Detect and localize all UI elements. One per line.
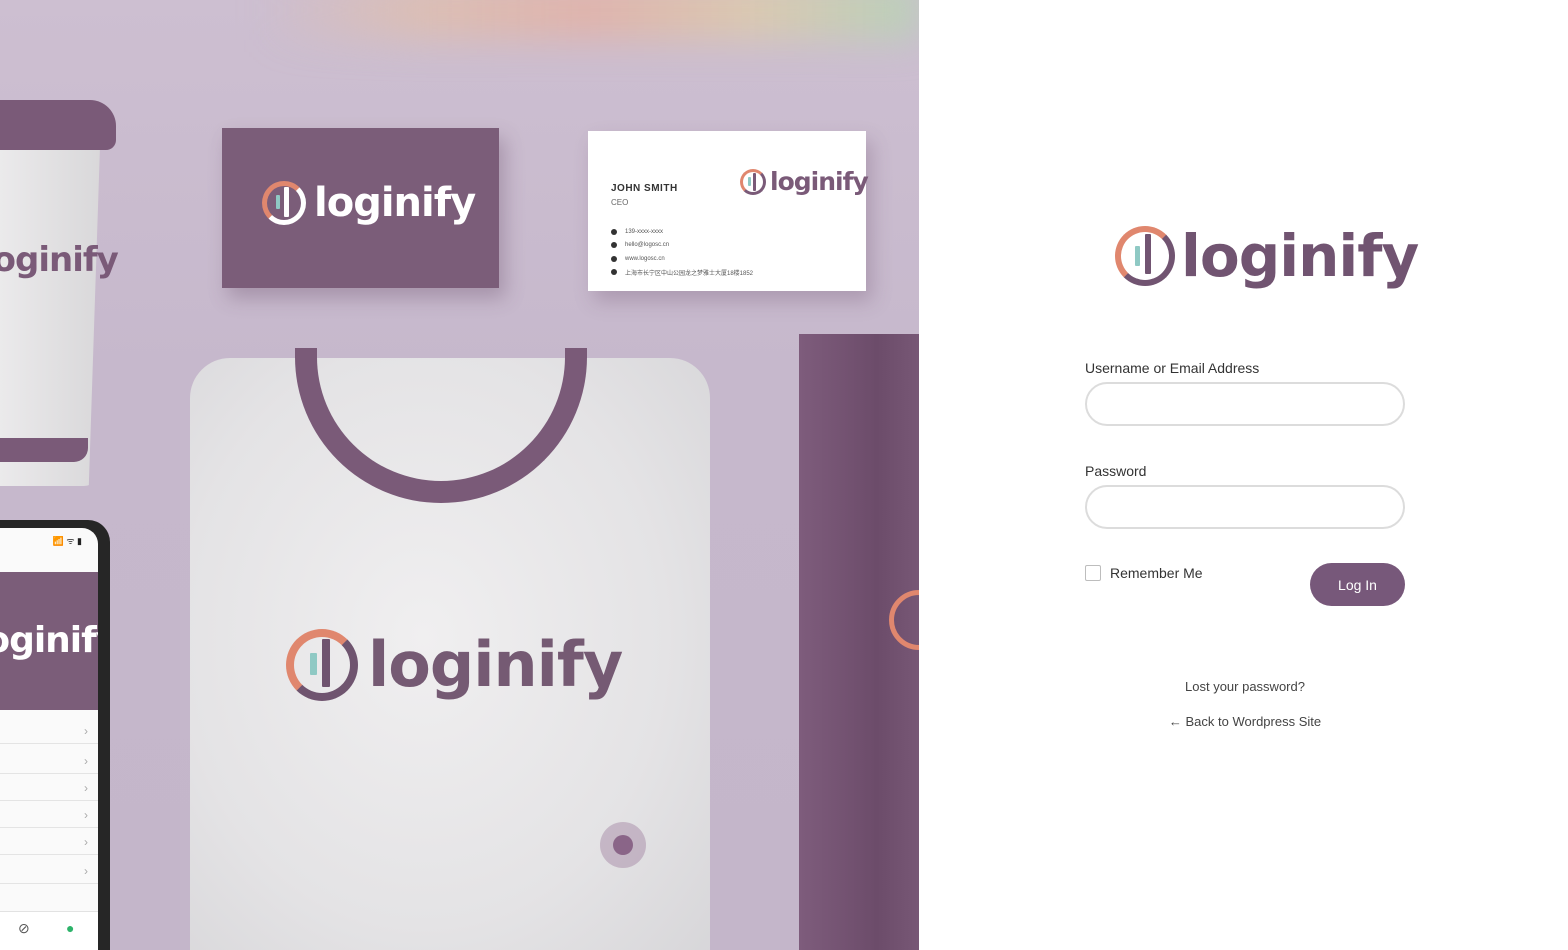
password-label: Password <box>1085 463 1147 479</box>
card-wordmark: loginify <box>770 167 869 196</box>
list-item: › <box>0 775 98 801</box>
list-item: › <box>0 829 98 855</box>
phone-status-bar: 📶 ᯤ ▮ <box>52 536 82 546</box>
card-email: hello@logosc.cn <box>625 242 670 249</box>
location-icon <box>611 269 617 276</box>
brand-logo-icon <box>1115 226 1175 286</box>
brand-logo-icon <box>740 168 766 195</box>
globe-icon <box>611 255 617 262</box>
password-input[interactable] <box>1085 485 1405 529</box>
shirt-wordmark: loginify <box>368 628 623 701</box>
username-label: Username or Email Address <box>1085 360 1260 376</box>
user-icon: ● <box>66 920 75 936</box>
phone-icon <box>611 228 617 235</box>
list-item: › <box>0 748 98 774</box>
login-panel: loginify Username or Email Address Passw… <box>919 0 1568 950</box>
username-input[interactable] <box>1085 382 1405 426</box>
brand-logo-icon <box>286 628 358 701</box>
hero-mockup-image: loginify loginify loginify JOHN SMITH CE… <box>0 0 919 950</box>
remember-me-checkbox[interactable] <box>1085 565 1101 581</box>
site-logo[interactable]: loginify <box>1115 222 1419 290</box>
purple-business-card: loginify <box>222 128 499 288</box>
coffee-cup: loginify <box>0 100 119 486</box>
compass-icon: ⊘ <box>18 920 30 936</box>
logo-wordmark: loginify <box>1181 222 1419 290</box>
remember-me-label: Remember Me <box>1110 565 1203 581</box>
card-person-role: CEO <box>611 198 629 207</box>
remember-me[interactable]: Remember Me <box>1085 565 1203 581</box>
card-phone: 139-xxxx-xxxx <box>625 228 664 235</box>
paper-bag <box>799 334 919 950</box>
card-person-name: JOHN SMITH <box>611 183 678 194</box>
lost-password-link[interactable]: Lost your password? <box>1085 679 1405 694</box>
login-button[interactable]: Log In <box>1310 563 1405 606</box>
mail-icon <box>611 242 617 249</box>
white-business-card: loginify JOHN SMITH CEO 139-xxxx-xxxx he… <box>588 131 869 291</box>
rainbow-blur <box>260 0 919 40</box>
cup-wordmark: loginify <box>0 240 119 280</box>
list-item: › <box>0 858 98 884</box>
brand-logo-icon <box>889 590 919 650</box>
card-wordmark: loginify <box>314 180 476 226</box>
brand-logo-icon <box>262 181 306 225</box>
badge-pin <box>600 822 646 868</box>
list-item: › <box>0 802 98 828</box>
card-address: 上海市长宁区中山公园龙之梦雅士大厦18楼1852 <box>625 270 754 277</box>
phone-wordmark: loginify <box>0 620 98 661</box>
list-item: › <box>0 718 98 744</box>
card-web: www.logosc.cn <box>625 255 665 262</box>
back-to-site-link[interactable]: ← Back to Wordpress Site <box>1085 714 1405 729</box>
phone-mockup: 📶 ᯤ ▮ loginify › › › › › › ⊘ ● <box>0 520 110 950</box>
